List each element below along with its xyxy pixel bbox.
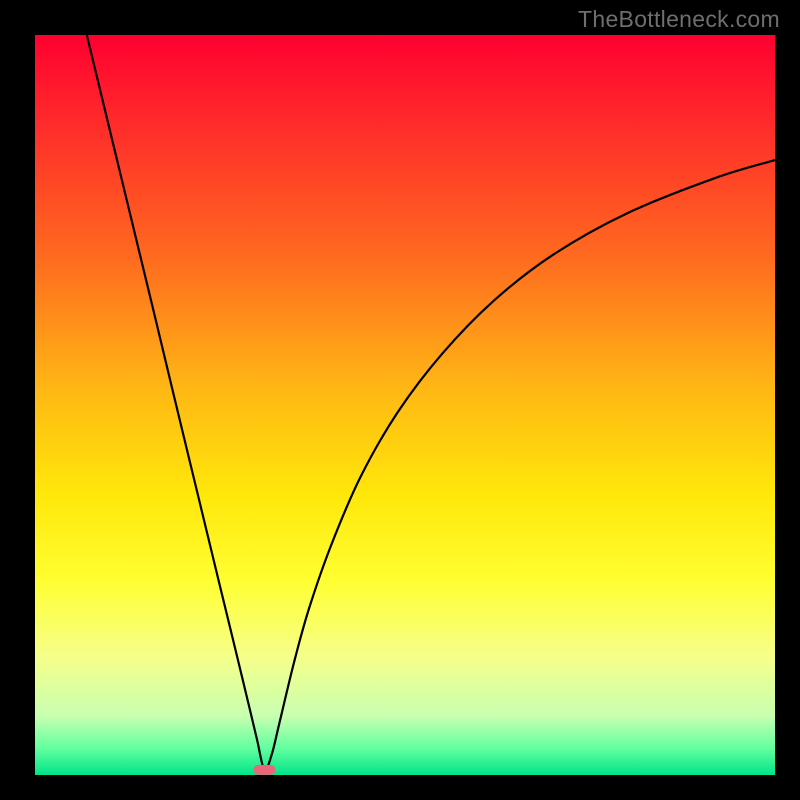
curve-minimum-marker: [253, 765, 275, 775]
watermark-text: TheBottleneck.com: [578, 6, 780, 33]
chart-frame: TheBottleneck.com: [0, 0, 800, 800]
plot-background: [35, 35, 775, 775]
chart-svg: [0, 0, 800, 800]
